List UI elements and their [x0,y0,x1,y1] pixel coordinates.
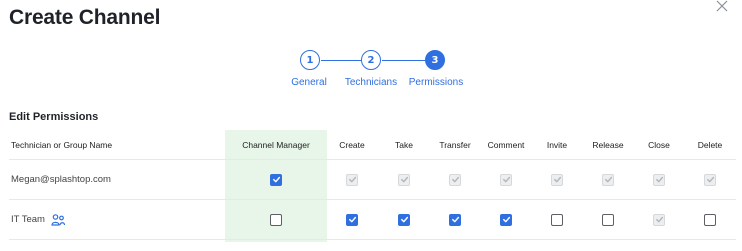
column-header: Comment [487,139,525,150]
comment-checkbox [500,173,512,186]
step-connector [321,60,361,61]
take-checkbox[interactable] [398,213,410,226]
table-header-row: Technician or Group Name Channel Manager… [9,130,736,160]
technician-name: IT Team [9,200,224,239]
permissions-table: Technician or Group Name Channel Manager… [9,130,736,242]
step-2-circle[interactable]: 2 [361,50,381,70]
release-checkbox[interactable] [602,213,614,226]
table-row: IT Team [9,200,736,240]
take-checkbox [398,173,410,186]
close-icon[interactable] [714,0,730,14]
step-1-label[interactable]: General [291,77,327,88]
permission-cell [532,200,582,239]
close-checkbox [653,173,665,186]
permission-cell [225,200,327,239]
technician-name: Megan@splashtop.com [9,160,224,199]
column-header: Release [592,139,624,150]
technician-name-text: Megan@splashtop.com [11,174,111,185]
release-checkbox [602,173,614,186]
column-header: Technician or Group Name [11,139,113,150]
table-row: Megan@splashtop.com [9,160,736,200]
step-3-label[interactable]: Permissions [409,77,463,88]
permission-cell [583,160,633,199]
channel-manager-checkbox[interactable] [270,173,282,186]
step-1-circle[interactable]: 1 [300,50,320,70]
column-header: Create [339,139,365,150]
permission-cell [327,160,377,199]
permission-cell [634,160,684,199]
permission-cell [685,200,735,239]
permission-cell [532,160,582,199]
step-2-label[interactable]: Technicians [345,77,397,88]
permission-cell [379,200,429,239]
column-header: Invite [546,139,568,150]
section-title: Edit Permissions [9,111,99,123]
permission-cell [481,200,531,239]
column-header: Take [395,139,413,150]
channel-manager-checkbox[interactable] [270,213,282,226]
close-checkbox [653,213,665,226]
column-header: Close [648,139,670,150]
permission-cell [327,200,377,239]
column-header: Transfer [439,139,471,150]
create-checkbox[interactable] [346,213,358,226]
dialog-title: Create Channel [9,6,161,29]
permission-cell [481,160,531,199]
comment-checkbox[interactable] [500,213,512,226]
column-header: Delete [697,139,723,150]
transfer-checkbox [449,173,461,186]
column-header: Channel Manager [242,139,310,150]
invite-checkbox [551,173,563,186]
permission-cell [225,160,327,199]
step-connector [382,60,425,61]
stepper: 1 2 3 General Technicians Permissions [0,50,742,90]
create-checkbox [346,173,358,186]
group-icon[interactable] [51,213,66,226]
delete-checkbox[interactable] [704,213,716,226]
permission-cell [430,160,480,199]
invite-checkbox[interactable] [551,213,563,226]
delete-checkbox [704,173,716,186]
technician-name-text: IT Team [11,214,45,225]
permission-cell [685,160,735,199]
permission-cell [379,160,429,199]
transfer-checkbox[interactable] [449,213,461,226]
step-3-circle[interactable]: 3 [425,50,445,70]
permission-cell [583,200,633,239]
permission-cell [430,200,480,239]
permission-cell [634,200,684,239]
